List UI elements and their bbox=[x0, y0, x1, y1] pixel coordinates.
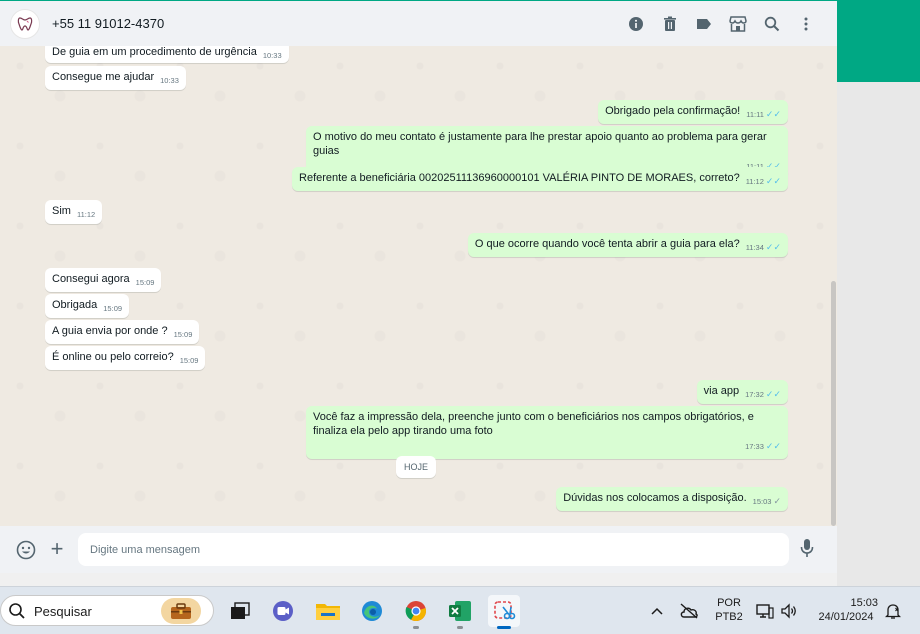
message-outgoing[interactable]: O que ocorre quando você tenta abrir a g… bbox=[467, 233, 788, 257]
read-ticks-icon: ✓✓ bbox=[765, 389, 781, 399]
menu-icon[interactable] bbox=[789, 13, 823, 35]
message-text: Consegue me ajudar bbox=[52, 71, 155, 83]
info-icon[interactable] bbox=[619, 13, 653, 35]
emoji-icon[interactable] bbox=[16, 540, 36, 560]
briefcase-icon bbox=[161, 598, 201, 624]
search-icon[interactable] bbox=[755, 13, 789, 35]
message-incoming[interactable]: Consegue me ajudar 10:33 bbox=[45, 66, 186, 90]
date-separator: HOJE bbox=[396, 456, 436, 478]
chrome-icon[interactable] bbox=[400, 595, 432, 629]
message-text: Obrigada bbox=[52, 299, 98, 311]
message-text: O motivo do meu contato é justamente par… bbox=[313, 131, 767, 157]
edge-browser-icon[interactable] bbox=[356, 595, 388, 627]
message-text: É online ou pelo correio? bbox=[52, 351, 174, 363]
message-text: Obrigado pela confirmação! bbox=[605, 105, 741, 117]
language-code: POR bbox=[717, 597, 741, 609]
message-time: 11:12 bbox=[745, 177, 764, 186]
message-text: Você faz a impressão dela, preenche junt… bbox=[313, 411, 754, 437]
message-text: De guia em um procedimento de urgência bbox=[52, 46, 257, 58]
message-incoming[interactable]: Consegui agora 15:09 bbox=[45, 268, 162, 292]
input-language[interactable]: POR PTB2 bbox=[712, 596, 746, 624]
message-outgoing[interactable]: Você faz a impressão dela, preenche junt… bbox=[306, 406, 788, 459]
message-text: Consegui agora bbox=[52, 273, 130, 285]
message-input[interactable] bbox=[78, 533, 789, 566]
message-time: 10:33 bbox=[160, 76, 179, 85]
snipping-tool-icon[interactable] bbox=[488, 595, 520, 629]
store-icon[interactable] bbox=[721, 13, 755, 35]
cloud-offline-icon[interactable] bbox=[676, 595, 702, 627]
chevron-up-icon[interactable] bbox=[645, 595, 669, 627]
read-ticks-icon: ✓✓ bbox=[765, 109, 781, 119]
message-incoming[interactable]: Obrigada 15:09 bbox=[45, 294, 130, 318]
message-text: via app bbox=[703, 385, 740, 397]
message-text: Sim bbox=[52, 205, 71, 217]
microphone-icon[interactable] bbox=[800, 538, 820, 560]
tooth-logo-icon bbox=[17, 17, 33, 31]
network-icon[interactable] bbox=[754, 595, 776, 627]
message-outgoing[interactable]: Referente a beneficiária 002025111369600… bbox=[292, 167, 788, 191]
task-view-icon[interactable] bbox=[224, 595, 256, 627]
background-green-strip bbox=[837, 0, 920, 82]
read-ticks-icon: ✓✓ bbox=[765, 441, 781, 451]
message-text: Dúvidas nos colocamos a disposição. bbox=[563, 492, 747, 504]
message-time: 15:09 bbox=[103, 304, 123, 313]
attach-plus-icon[interactable]: + bbox=[47, 538, 67, 560]
active-indicator bbox=[497, 626, 511, 629]
message-time: 11:11 bbox=[746, 110, 764, 119]
message-time: 17:33 bbox=[745, 442, 764, 451]
message-outgoing[interactable]: via app 17:32 ✓✓ bbox=[696, 380, 788, 404]
running-indicator bbox=[457, 626, 463, 629]
taskbar-search[interactable]: Pesquisar bbox=[0, 595, 214, 626]
message-time: 15:03 bbox=[752, 497, 772, 506]
sent-tick-icon: ✓ bbox=[773, 496, 781, 506]
message-time: 15:09 bbox=[173, 330, 193, 339]
message-text: A guia envia por onde ? bbox=[52, 325, 168, 337]
avatar[interactable] bbox=[10, 9, 40, 39]
chat-header: +55 11 91012-4370 bbox=[0, 1, 837, 46]
file-explorer-icon[interactable] bbox=[312, 595, 344, 627]
read-ticks-icon: ✓✓ bbox=[765, 176, 781, 186]
message-incoming[interactable]: De guia em um procedimento de urgência 10… bbox=[45, 46, 289, 63]
message-time: 17:32 bbox=[745, 390, 764, 399]
excel-icon[interactable] bbox=[444, 595, 476, 629]
teams-chat-icon[interactable] bbox=[267, 595, 299, 627]
message-list[interactable]: De guia em um procedimento de urgência 10… bbox=[0, 46, 837, 526]
clock[interactable]: 15:03 24/01/2024 bbox=[810, 596, 882, 624]
background-gray-area bbox=[837, 82, 920, 586]
search-icon bbox=[9, 603, 25, 619]
message-text: O que ocorre quando você tenta abrir a g… bbox=[474, 238, 740, 250]
whatsapp-window: +55 11 91012-4370 De guia em um procedim… bbox=[0, 0, 837, 573]
message-outgoing[interactable]: Dúvidas nos colocamos a disposição. 15:03… bbox=[556, 487, 788, 511]
contact-name[interactable]: +55 11 91012-4370 bbox=[52, 16, 164, 31]
message-time: 15:09 bbox=[179, 356, 199, 365]
composer-bar: + bbox=[0, 526, 837, 573]
message-time: 11:34 bbox=[745, 243, 764, 252]
clock-date: 24/01/2024 bbox=[818, 611, 874, 623]
keyboard-layout: PTB2 bbox=[715, 611, 743, 623]
message-text: Referente a beneficiária 002025111369600… bbox=[299, 172, 740, 184]
message-outgoing[interactable]: Obrigado pela confirmação! 11:11 ✓✓ bbox=[598, 100, 788, 124]
volume-icon[interactable] bbox=[778, 595, 800, 627]
message-time: 11:12 bbox=[76, 210, 96, 219]
windows-taskbar: Pesquisar POR PTB2 15:03 24/01/2024 bbox=[0, 586, 920, 634]
message-time: 10:33 bbox=[262, 51, 282, 60]
notification-bell-icon[interactable] bbox=[882, 595, 904, 627]
message-time: 15:09 bbox=[135, 278, 155, 287]
message-incoming[interactable]: É online ou pelo correio? 15:09 bbox=[45, 346, 206, 370]
chat-scrollbar[interactable] bbox=[831, 281, 836, 526]
read-ticks-icon: ✓✓ bbox=[765, 242, 781, 252]
search-label: Pesquisar bbox=[34, 604, 92, 619]
clock-time: 15:03 bbox=[850, 597, 878, 609]
message-incoming[interactable]: A guia envia por onde ? 15:09 bbox=[45, 320, 200, 344]
label-icon[interactable] bbox=[687, 13, 721, 35]
running-indicator bbox=[413, 626, 419, 629]
header-actions bbox=[619, 13, 823, 35]
trash-icon[interactable] bbox=[653, 13, 687, 35]
message-incoming[interactable]: Sim 11:12 bbox=[45, 200, 103, 224]
